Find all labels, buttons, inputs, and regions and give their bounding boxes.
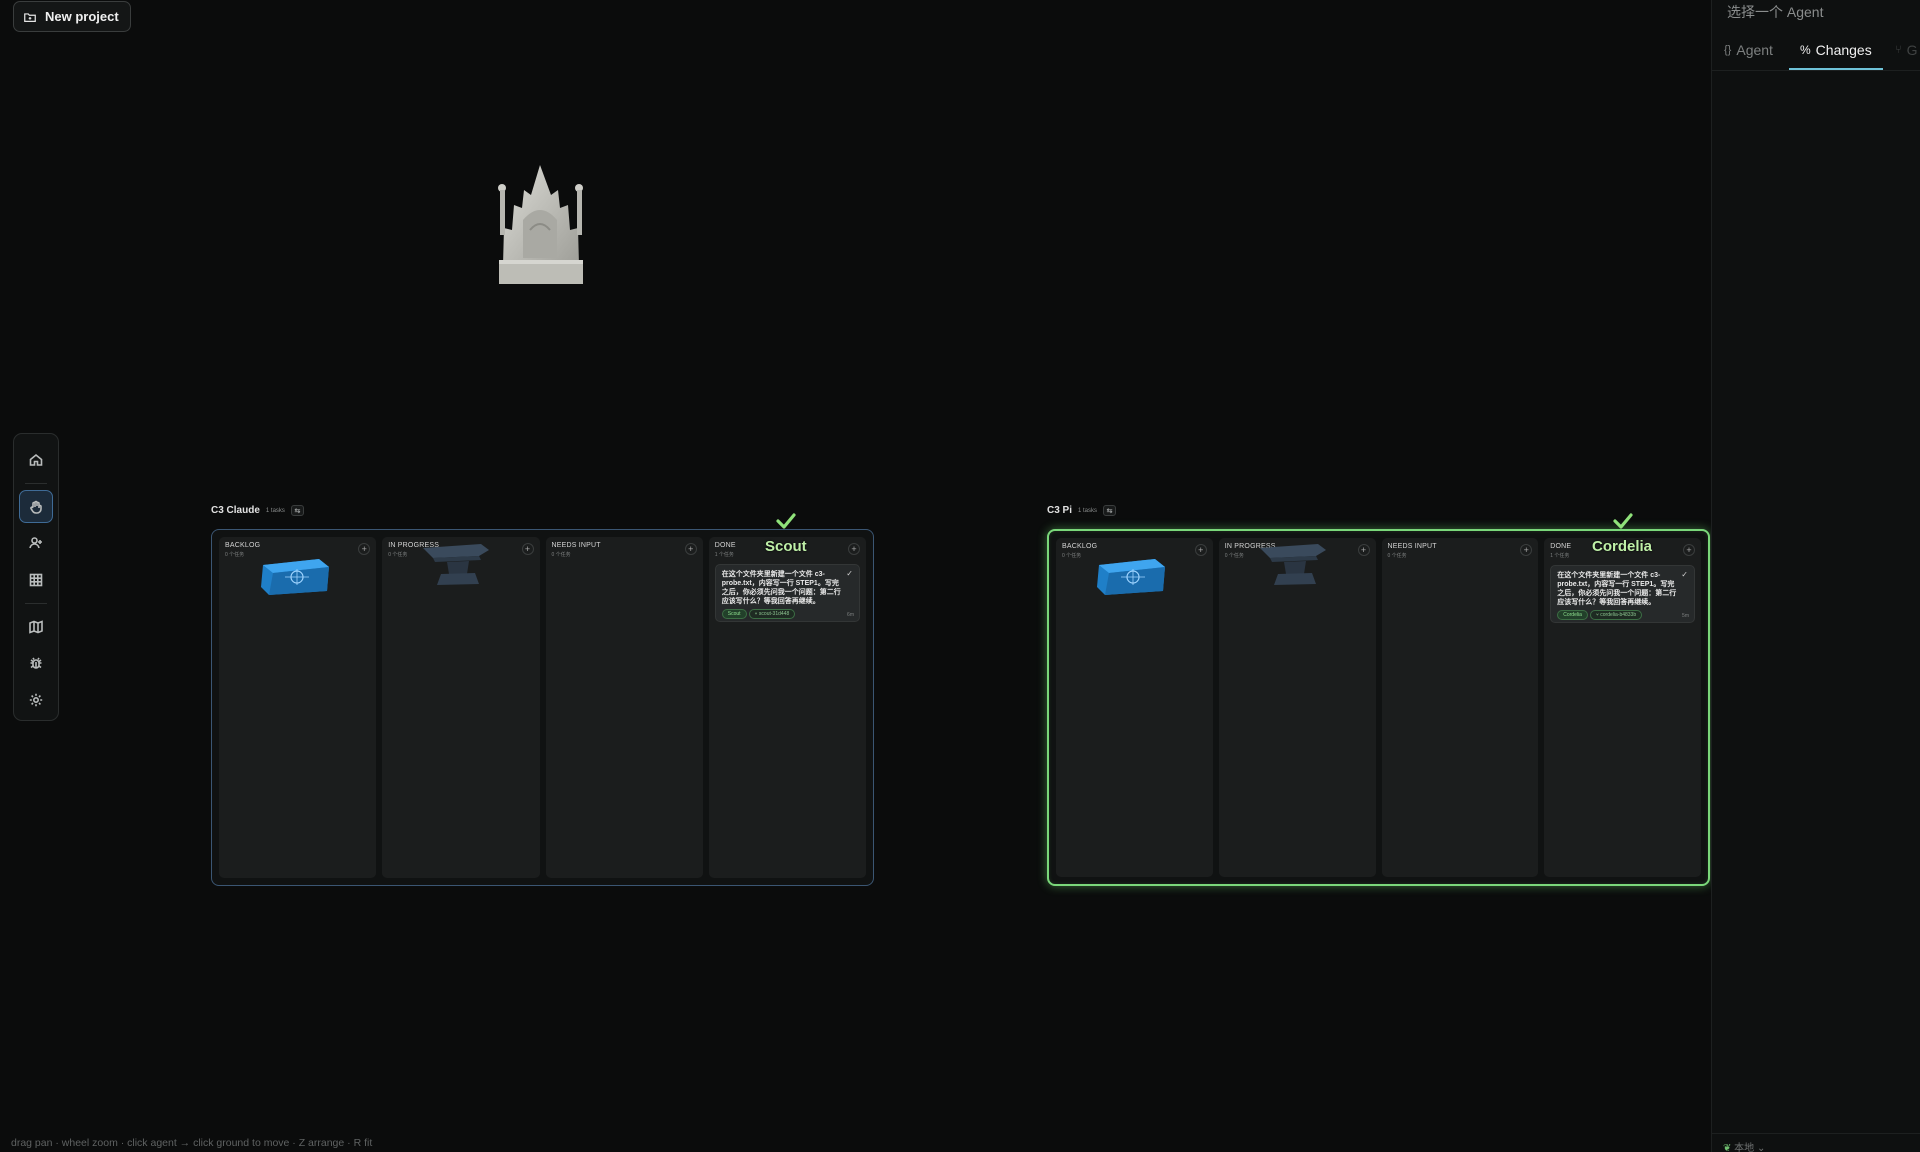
board-swap-button[interactable]: ⇆ [1103, 505, 1117, 516]
column-title: BACKLOG [225, 542, 261, 549]
folder-plus-icon [24, 12, 36, 22]
home-button[interactable] [19, 443, 53, 477]
board-title: C3 Claude [211, 505, 260, 516]
column-in-progress: IN PROGRESS 0 个任务 + [1218, 538, 1376, 877]
backlog-chest-model[interactable] [1095, 557, 1167, 597]
column-done: DONE 1 个任务 + 在这个文件夹里新建一个文件 c3-probe.txt，… [1544, 538, 1701, 877]
braces-icon: {} [1724, 44, 1732, 56]
rail-divider [25, 482, 47, 484]
add-task-button[interactable]: + [848, 543, 860, 555]
map-button[interactable] [19, 610, 53, 644]
tab-agent[interactable]: {} Agent [1724, 42, 1773, 58]
plus-icon: + [688, 543, 694, 554]
map-icon [29, 620, 43, 634]
check-icon: ✓ [846, 569, 853, 578]
swap-icon: ⇆ [294, 507, 301, 515]
home-icon [29, 453, 43, 466]
column-needs-input: NEEDS INPUT 0 个任务 + [545, 537, 703, 878]
agent-tag[interactable]: Cordelia [1557, 610, 1588, 620]
active-tab-indicator [1789, 68, 1883, 70]
plus-icon: + [524, 543, 531, 554]
branch-tag[interactable]: ⑂ scout-31d448 [748, 609, 796, 619]
column-in-progress: IN PROGRESS 0 个任务 + [382, 537, 540, 878]
hand-tool-button[interactable] [19, 489, 53, 524]
agent-panel-title: 选择一个 Agent [1727, 4, 1824, 20]
tool-rail [13, 433, 59, 721]
task-card[interactable]: 在这个文件夹里新建一个文件 c3-probe.txt，内容写一行 STEP1。写… [714, 564, 860, 622]
add-task-button[interactable]: + [684, 543, 697, 555]
git-icon: ⑂ [1895, 44, 1902, 56]
check-icon [776, 513, 796, 529]
swap-icon: ⇆ [1106, 507, 1113, 515]
column-count: 0 个任务 [1387, 553, 1407, 559]
panel-footer[interactable]: ❦ 本地 ⌄ [1712, 1133, 1920, 1152]
user-plus-icon [29, 537, 42, 549]
task-card[interactable]: 在这个文件夹里新建一个文件 c3-probe.txt，内容写一行 STEP1。写… [1550, 565, 1695, 623]
agent-tag[interactable]: Scout [721, 609, 747, 619]
tab-label: Changes [1815, 42, 1872, 58]
tab-changes[interactable]: % Changes [1800, 42, 1872, 58]
check-icon: ✓ [1681, 570, 1688, 579]
check-icon [1613, 513, 1633, 529]
plus-icon: + [1198, 544, 1204, 555]
plus-icon: + [361, 543, 367, 554]
backlog-chest-model[interactable] [259, 557, 331, 597]
chevron-down-icon: ⌄ [1756, 1143, 1766, 1152]
grid-button[interactable] [19, 563, 53, 597]
board-task-count: 1 tasks [265, 507, 285, 514]
add-task-button[interactable]: + [1683, 544, 1695, 556]
board-task-count: 1 tasks [1078, 507, 1098, 514]
new-project-button[interactable]: New project [13, 1, 131, 32]
task-time: 6m [847, 612, 854, 618]
gear-icon [29, 693, 43, 707]
rail-divider [25, 602, 47, 604]
settings-button[interactable] [19, 683, 53, 717]
plus-icon: + [1523, 544, 1529, 555]
bug-icon [30, 657, 42, 670]
column-title: NEEDS INPUT [551, 542, 601, 549]
add-agent-button[interactable] [19, 526, 53, 560]
column-title: BACKLOG [1062, 543, 1098, 550]
plus-icon: + [1686, 544, 1692, 555]
footer-label: 本地 [1734, 1143, 1755, 1152]
agent-name-label[interactable]: Cordelia [1592, 538, 1652, 555]
in-progress-anvil-model[interactable] [1258, 540, 1328, 588]
column-done: DONE 1 个任务 + 在这个文件夹里新建一个文件 c3-probe.txt，… [708, 537, 866, 878]
column-title: NEEDS INPUT [1387, 543, 1437, 550]
agent-name-label[interactable]: Scout [765, 538, 807, 555]
board-header: C3 Pi 1 tasks ⇆ [1047, 505, 1117, 516]
add-task-button[interactable]: + [1194, 544, 1207, 556]
plus-icon: + [851, 543, 857, 554]
panel-tabs: {} Agent % Changes ⑂ G [1712, 32, 1920, 71]
plus-icon: + [1360, 544, 1367, 555]
tab-label: Agent [1736, 42, 1773, 58]
diff-icon: % [1800, 43, 1811, 57]
throne-model[interactable] [493, 160, 588, 285]
agent-panel: 选择一个 Agent {} Agent % Changes ⑂ G ❦ 本地 ⌄ [1711, 0, 1920, 1152]
tab-label: G [1906, 42, 1918, 58]
grid-icon [29, 573, 43, 587]
controls-hint: drag pan · wheel zoom · click agent → cl… [11, 1137, 373, 1149]
column-count: 0 个任务 [551, 552, 571, 558]
debug-button[interactable] [19, 647, 53, 681]
new-project-label: New project [45, 9, 119, 24]
column-needs-input: NEEDS INPUT 0 个任务 + [1381, 538, 1539, 877]
hand-icon [30, 500, 42, 514]
leaf-icon: ❦ [1723, 1143, 1732, 1152]
add-task-button[interactable]: + [521, 543, 534, 555]
task-time: 5m [1682, 613, 1689, 619]
add-task-button[interactable]: + [1357, 544, 1370, 556]
in-progress-anvil-model[interactable] [421, 540, 491, 588]
task-card-text: 在这个文件夹里新建一个文件 c3-probe.txt，内容写一行 STEP1。写… [1557, 572, 1677, 606]
tab-git[interactable]: ⑂ G [1895, 42, 1918, 58]
board-swap-button[interactable]: ⇆ [290, 505, 304, 516]
board-header: C3 Claude 1 tasks ⇆ [211, 505, 304, 516]
branch-tag[interactable]: ⑂ cordelia-b4833b [1589, 610, 1643, 620]
board-title: C3 Pi [1047, 505, 1073, 516]
task-card-text: 在这个文件夹里新建一个文件 c3-probe.txt，内容写一行 STEP1。写… [721, 571, 841, 605]
